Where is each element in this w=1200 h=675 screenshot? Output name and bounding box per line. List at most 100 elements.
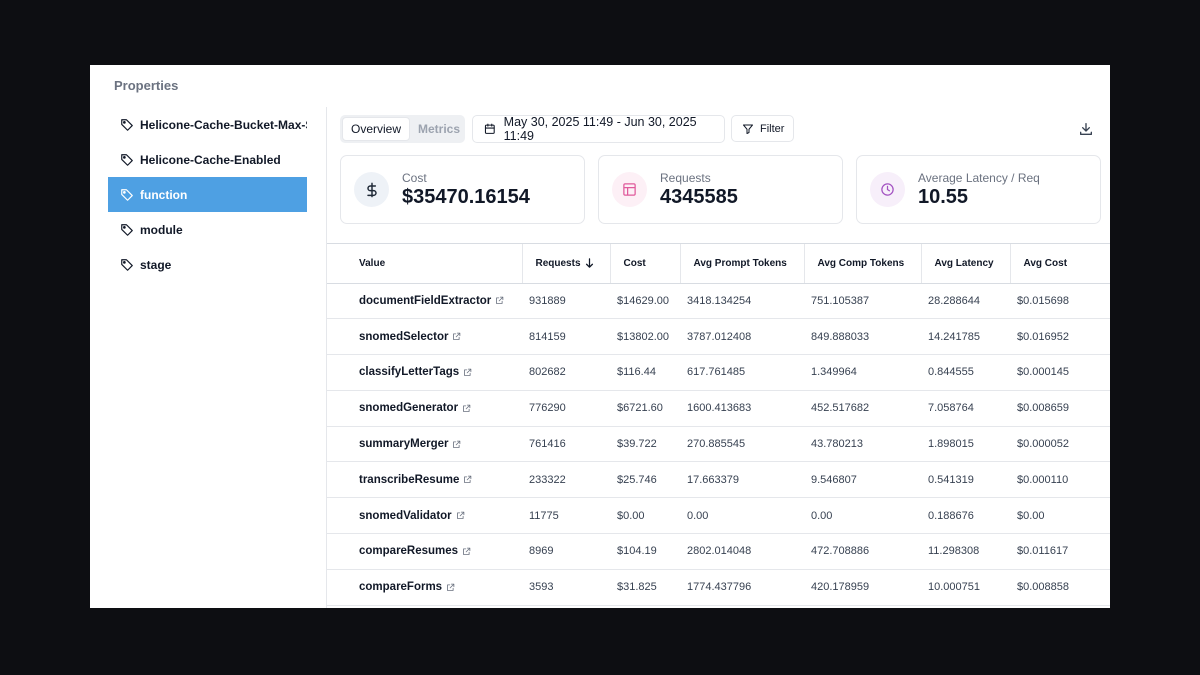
cell-avg-prompt-tokens: 17.663379 <box>680 461 804 499</box>
cell-requests: 761416 <box>522 426 610 463</box>
table-row[interactable]: classifyLetterTags 802682 $116.44 617.76148… <box>327 354 1110 391</box>
cell-avg-comp-tokens: 452.517682 <box>804 390 921 427</box>
header-avg-prompt-tokens[interactable]: Avg Prompt Tokens <box>680 244 805 284</box>
sidebar-item-helicone-cache-bucket-max-s[interactable]: Helicone-Cache-Bucket-Max-S <box>108 107 307 142</box>
table-row[interactable]: snomedGenerator 776290 $6721.60 1600.413683… <box>327 390 1110 427</box>
sidebar-item-label: Helicone-Cache-Bucket-Max-S <box>140 117 307 132</box>
tab-metrics[interactable]: Metrics <box>410 117 468 141</box>
property-value-label: summaryMerger <box>359 438 449 451</box>
filter-label: Filter <box>760 122 785 135</box>
cell-cost: $104.19 <box>610 533 680 570</box>
sort-down-icon[interactable] <box>585 258 594 268</box>
sidebar-item-module[interactable]: module <box>108 212 307 247</box>
cell-cost: $6721.60 <box>610 390 680 427</box>
cell-cost: $13802.00 <box>610 318 680 356</box>
cell-avg-latency: 1.898015 <box>921 426 1010 463</box>
cell-avg-prompt-tokens: 3787.012408 <box>680 318 804 356</box>
main-content: Overview Metrics May 30, 2025 11:49 - Ju… <box>327 107 1110 608</box>
cell-requests: 11775 <box>522 497 610 535</box>
cell-avg-cost: $0.016952 <box>1010 318 1110 356</box>
cell-value: classifyLetterTags <box>327 354 522 391</box>
property-value-label: classifyLetterTags <box>359 366 460 379</box>
cell-avg-comp-tokens: 420.178959 <box>804 569 921 606</box>
sidebar-item-function[interactable]: function <box>108 177 307 212</box>
cell-avg-prompt-tokens: 270.885545 <box>680 426 804 463</box>
properties-table-container: Value Requests Cost Avg Prompt Tokens Av… <box>327 243 1110 608</box>
table-row[interactable]: summaryMerger 761416 $39.722 270.885545 43.7… <box>327 426 1110 463</box>
requests-card: Requests 4345585 <box>598 155 843 224</box>
sidebar-item-label: stage <box>140 257 172 272</box>
download-icon[interactable] <box>1078 121 1094 137</box>
external-link-icon[interactable] <box>463 475 472 484</box>
cell-avg-latency: 10.000751 <box>921 569 1010 606</box>
cell-avg-cost: $0.008858 <box>1010 569 1110 606</box>
sidebar-item-label: function <box>140 187 188 202</box>
header-avg-cost[interactable]: Avg Cost <box>1010 244 1110 284</box>
cell-cost: $25.746 <box>610 461 680 499</box>
external-link-icon[interactable] <box>456 511 465 520</box>
cell-avg-comp-tokens: 43.780213 <box>804 426 921 463</box>
cost-label: Cost <box>402 171 427 185</box>
external-link-icon[interactable] <box>446 583 455 592</box>
cell-cost: $0.00 <box>610 497 680 535</box>
date-range-button[interactable]: May 30, 2025 11:49 - Jun 30, 2025 11:49 <box>472 115 725 143</box>
external-link-icon[interactable] <box>462 404 471 413</box>
properties-sidebar: Helicone-Cache-Bucket-Max-S Helicone-Cach… <box>108 107 307 282</box>
sidebar-item-label: module <box>140 222 183 237</box>
table-row[interactable]: documentFieldExtractor 931889 $14629.00 341… <box>327 283 1110 320</box>
cell-cost: $116.44 <box>610 354 680 391</box>
header-cost[interactable]: Cost <box>610 244 681 284</box>
table-row[interactable]: snomedSelector 814159 $13802.00 3787.012408… <box>327 318 1110 356</box>
external-link-icon[interactable] <box>452 440 461 449</box>
header-value[interactable]: Value <box>327 244 523 284</box>
toolbar: Overview Metrics May 30, 2025 11:49 - Ju… <box>340 115 1110 143</box>
cell-avg-cost: $0.000145 <box>1010 354 1110 391</box>
cell-cost: $31.825 <box>610 569 680 606</box>
header-avg-latency[interactable]: Avg Latency <box>921 244 1011 284</box>
sidebar-item-label: Helicone-Cache-Enabled <box>140 152 281 167</box>
header-requests[interactable]: Requests <box>522 244 611 284</box>
cell-avg-comp-tokens: 9.546807 <box>804 461 921 499</box>
table-row[interactable]: transcribeResume 233322 $25.746 17.663379 9.… <box>327 461 1110 499</box>
cell-avg-prompt-tokens: 1774.437796 <box>680 569 804 606</box>
cell-avg-cost: $0.011617 <box>1010 533 1110 570</box>
property-value-label: snomedValidator <box>359 509 452 522</box>
header-avg-comp-tokens[interactable]: Avg Comp Tokens <box>804 244 922 284</box>
cell-value: snomedValidator <box>327 497 522 535</box>
cell-avg-latency: 7.058764 <box>921 390 1010 427</box>
external-link-icon[interactable] <box>495 296 504 305</box>
filter-icon <box>743 124 753 134</box>
table-row[interactable]: compareResumes 8969 $104.19 2802.014048 472.… <box>327 533 1110 570</box>
table-row[interactable]: compareForms 3593 $31.825 1774.437796 420.17… <box>327 569 1110 606</box>
calendar-icon <box>484 123 495 134</box>
cell-requests: 802682 <box>522 354 610 391</box>
cell-value: snomedSelector <box>327 318 522 356</box>
external-link-icon[interactable] <box>462 547 471 556</box>
cell-avg-prompt-tokens: 2802.014048 <box>680 533 804 570</box>
filter-button[interactable]: Filter <box>731 115 794 142</box>
external-link-icon[interactable] <box>463 368 472 377</box>
latency-value: 10.55 <box>918 186 969 208</box>
cell-avg-latency: 0.541319 <box>921 461 1010 499</box>
cell-avg-latency: 0.844555 <box>921 354 1010 391</box>
cell-value: transcribeResume <box>327 461 522 499</box>
table-row[interactable]: snomedValidator 11775 $0.00 0.00 0.00 0.18867… <box>327 497 1110 535</box>
tag-icon <box>121 223 133 236</box>
cell-avg-latency: 14.241785 <box>921 318 1010 356</box>
cell-value: snomedGenerator <box>327 390 522 427</box>
cell-avg-prompt-tokens: 0.00 <box>680 497 804 535</box>
cell-value: compareResumes <box>327 533 522 570</box>
table-icon <box>612 172 647 207</box>
cost-value: $35470.16154 <box>402 186 530 208</box>
sidebar-item-helicone-cache-enabled[interactable]: Helicone-Cache-Enabled <box>108 142 307 177</box>
tab-overview[interactable]: Overview <box>342 117 411 141</box>
cell-avg-latency: 28.288644 <box>921 283 1010 320</box>
cell-avg-comp-tokens: 472.708886 <box>804 533 921 570</box>
cell-requests: 233322 <box>522 461 610 499</box>
cell-avg-comp-tokens: 1.349964 <box>804 354 921 391</box>
cell-avg-comp-tokens: 751.105387 <box>804 283 921 320</box>
table-header-row: Value Requests Cost Avg Prompt Tokens Av… <box>327 244 1110 284</box>
cell-requests: 8969 <box>522 533 610 570</box>
sidebar-item-stage[interactable]: stage <box>108 247 307 282</box>
external-link-icon[interactable] <box>452 332 461 341</box>
